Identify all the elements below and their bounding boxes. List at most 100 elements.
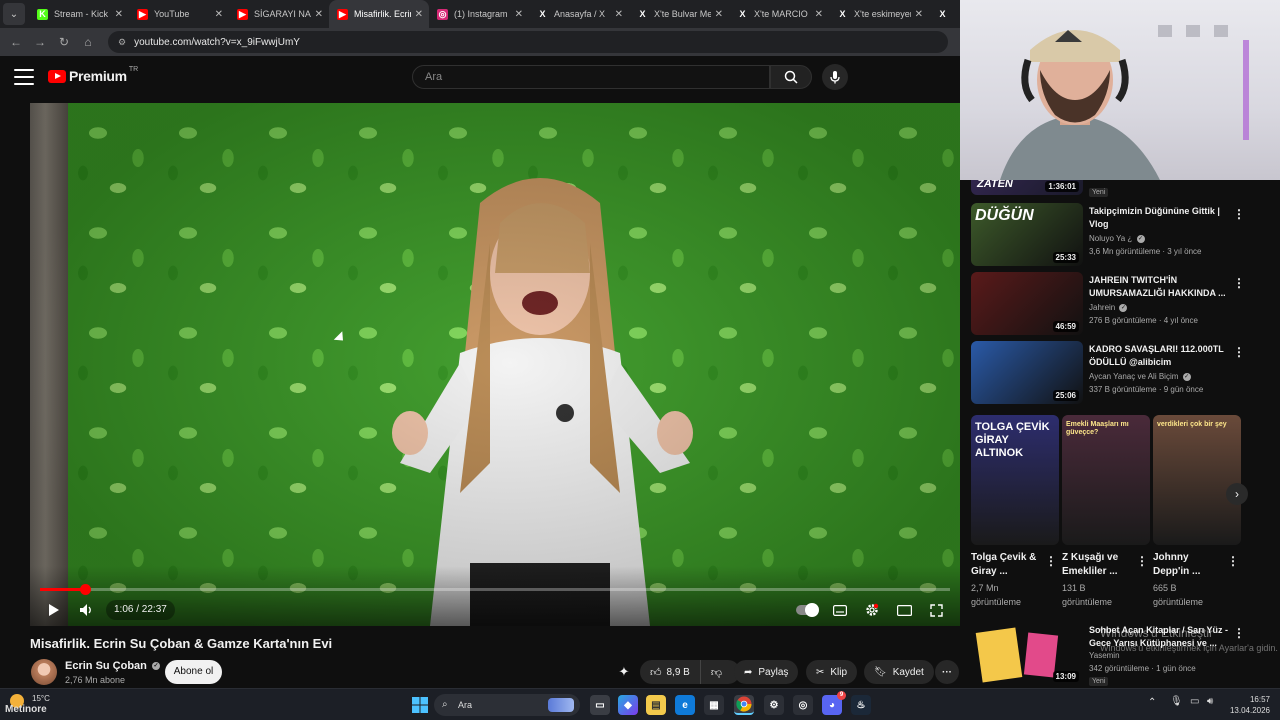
progress-scrubber[interactable] [79,584,91,595]
more-vertical-icon[interactable]: ⋮ [1233,207,1245,221]
related-video-item[interactable]: 25:06 KADRO SAVAŞLARI! 112.000TL ÖDÜLLÜ @… [971,341,1261,404]
channel-name: Aycan Yanaç ve Ali Biçim ✓ [1089,372,1191,381]
home-icon[interactable]: ⌂ [76,35,100,49]
clock-date: 13.04.2026 [1229,706,1270,715]
channel-name[interactable]: Ecrin Su Çoban ✓ [65,660,160,672]
steam-icon[interactable]: ♨ [851,695,871,715]
site-info-icon[interactable]: ⚙ [118,37,126,48]
search-button[interactable] [770,65,812,89]
discord-icon[interactable]: ◕ 9 [822,691,846,715]
close-tab-icon[interactable]: ✕ [415,9,423,20]
tray-chevron-icon[interactable]: ⌃ [1148,697,1156,708]
voice-search-button[interactable] [822,64,848,90]
related-video-item[interactable]: DÜĞÜN 25:33 Takipçimizin Düğününe Gittik |… [971,203,1261,266]
browser-tab[interactable]: XA [929,0,959,28]
video-title: Misafirlik. Ecrin Su Çoban & Gamze Karta… [30,636,333,651]
video-player[interactable]: 1:06 / 22:37 [30,103,960,626]
volume-button[interactable] [76,600,96,620]
short-title: Z Kuşağı ve Emekliler ... [1062,552,1119,577]
network-icon[interactable]: ▭ [1190,696,1199,707]
chrome-icon[interactable] [734,695,754,715]
tab-title: Misafirlik. Ecrin [354,9,411,19]
related-video-item[interactable]: 46:59 JAHREIN TWITCH'İN UMURSAMAZLIĞI HAK… [971,272,1261,335]
menu-icon[interactable] [14,69,34,85]
edge-icon[interactable]: e [675,695,695,715]
subscribe-button[interactable]: Abone ol [165,660,222,684]
search-input[interactable]: Ara [412,65,770,89]
channel-name-text: Ecrin Su Çoban [65,660,147,672]
short-item[interactable]: TOLGA ÇEVİK GİRAY ALTINOK Tolga Çevik & G… [971,415,1059,609]
more-actions-button[interactable]: ··· [935,660,959,684]
windows-start-icon[interactable] [410,695,430,715]
more-vertical-icon[interactable]: ⋮ [1227,554,1239,568]
browser-tab[interactable]: X X'te eskimeyen ✕ [829,0,929,28]
close-tab-icon[interactable]: ✕ [515,9,523,20]
channel-avatar[interactable] [31,659,57,685]
fullscreen-button[interactable] [926,600,946,620]
microphone-tray-icon[interactable]: 🎙︎ [1170,696,1183,707]
copilot-icon[interactable]: ◆ [618,695,638,715]
browser-tab[interactable]: X X'te Bulvar Me ✕ [629,0,729,28]
reload-icon[interactable]: ↻ [52,35,76,49]
video-duration: 25:06 [1052,390,1079,401]
autoplay-toggle[interactable] [794,600,820,620]
more-vertical-icon[interactable]: ⋮ [1136,554,1148,568]
back-icon[interactable]: ← [4,35,28,49]
dislike-button[interactable]: 👎︎ [701,660,732,684]
browser-tab[interactable]: ◎ (1) Instagram ✕ [429,0,529,28]
close-tab-icon[interactable]: ✕ [315,9,323,20]
taskbar-search[interactable]: ⌕ Ara [434,694,580,716]
browser-tab[interactable]: ▶ SİGARAYI NASI ✕ [229,0,329,28]
youtube-premium-logo[interactable]: Premium TR [48,66,138,84]
close-tab-icon[interactable]: ✕ [915,9,923,20]
short-item[interactable]: verdikleri çok bir şey Johnny Depp'in ...… [1153,415,1241,609]
close-tab-icon[interactable]: ✕ [115,9,123,20]
store-icon[interactable]: ▦ [704,695,724,715]
forward-icon[interactable]: → [28,35,52,49]
play-button[interactable] [44,600,64,620]
related-video-partial[interactable]: ZATEN 1:36:01 Yeni [971,180,1261,197]
more-vertical-icon[interactable]: ⋮ [1233,276,1245,290]
more-vertical-icon[interactable]: ⋮ [1045,554,1057,568]
subtitles-icon [833,604,847,616]
settings-app-icon[interactable]: ⚙ [764,695,784,715]
discord-notification-badge: 9 [837,691,846,700]
video-vignette [30,103,960,626]
activation-watermark-title: Windows'u Etkinleştir [1100,626,1213,640]
shorts-next-button[interactable]: › [1226,483,1248,505]
task-view-icon[interactable]: ▭ [590,695,610,715]
xbox-icon[interactable]: ◎ [793,695,813,715]
close-tab-icon[interactable]: ✕ [815,9,823,20]
close-tab-icon[interactable]: ✕ [215,9,223,20]
thumbs-down-icon: 👎︎ [710,666,723,679]
tab-search-menu-icon[interactable]: ⌄ [3,3,25,25]
close-tab-icon[interactable]: ✕ [715,9,723,20]
subscriber-count: 2,76 Mn abone [65,675,126,685]
theater-mode-button[interactable] [894,600,914,620]
like-button[interactable]: 👍︎ 8,9 B [640,660,701,684]
settings-button[interactable] [862,600,882,620]
browser-tab[interactable]: K Stream - Kick D ✕ [29,0,129,28]
x-icon: X [737,8,748,20]
share-button[interactable]: ➦ Paylaş [734,660,799,684]
channel-name-text: Noluyo Ya ¿ [1089,234,1133,243]
more-vertical-icon[interactable]: ⋮ [1233,626,1245,640]
browser-tab[interactable]: ▶ Misafirlik. Ecrin ✕ [329,0,429,28]
more-vertical-icon[interactable]: ⋮ [1233,345,1245,359]
address-bar[interactable]: ⚙ youtube.com/watch?v=x_9iFwwjUmY [108,31,948,53]
save-button[interactable]: 🔖︎ Kaydet [864,660,934,684]
browser-tab[interactable]: X Anasayfa / X ✕ [529,0,629,28]
short-item[interactable]: Emekli Maaşları mı güveçce? Z Kuşağı ve E… [1062,415,1150,609]
browser-tab[interactable]: ▶ YouTube ✕ [129,0,229,28]
speaker-icon[interactable]: 🔊︎ [1207,696,1213,707]
file-explorer-icon[interactable]: ▤ [646,695,666,715]
clock[interactable]: 16:57 13.04.2026 [1226,694,1270,716]
progress-bar[interactable] [40,584,950,595]
theater-icon [896,604,912,616]
ask-ai-button[interactable]: ✦ [612,660,636,684]
clip-button[interactable]: ✂ Klip [806,660,858,684]
channel-name-text: Jahrein [1089,303,1116,312]
close-tab-icon[interactable]: ✕ [615,9,623,20]
browser-tab[interactable]: X X'te MARCIO ✕ [729,0,829,28]
subtitles-button[interactable] [830,600,850,620]
